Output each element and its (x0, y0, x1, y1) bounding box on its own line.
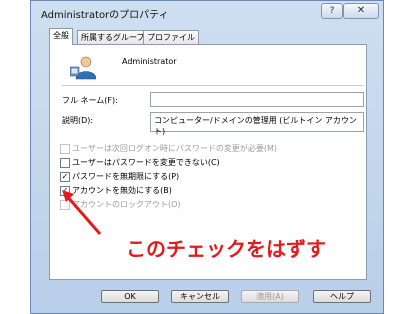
checkbox-label: ユーザーは次回ログオン時にパスワードの変更が必要(M) (72, 144, 277, 153)
checkbox-label: アカウントを無効にする(B) (72, 186, 172, 195)
checkbox-box[interactable] (60, 157, 70, 168)
general-panel: Administrator フル ネーム(F): 説明(D): コンピューター/… (49, 44, 367, 280)
account-disabled-checkbox[interactable]: ✓ アカウントを無効にする(B) (60, 185, 172, 196)
tab-general[interactable]: 全般 (49, 28, 73, 45)
checkbox-label: アカウントのロックアウト(O) (72, 200, 181, 209)
cannot-change-password-checkbox[interactable]: ユーザーはパスワードを変更できない(C) (60, 157, 220, 168)
window-title: Administratorのプロパティ (41, 10, 169, 21)
description-label: 説明(D): (62, 116, 94, 125)
full-name-label: フル ネーム(F): (62, 96, 118, 105)
checkbox-box[interactable]: ✓ (60, 171, 70, 182)
user-icon (70, 56, 96, 80)
full-name-input[interactable] (150, 92, 364, 107)
user-name: Administrator (122, 57, 177, 66)
divider (62, 85, 364, 86)
close-button[interactable]: ✕ (343, 3, 379, 19)
title-bar[interactable]: Administratorのプロパティ ? ✕ (31, 1, 383, 23)
annotation-text: このチェックをはずす (126, 237, 326, 261)
properties-dialog: Administratorのプロパティ ? ✕ 全般 所属するグループ プロファ… (30, 0, 384, 314)
ok-button[interactable]: OK (101, 290, 159, 303)
tab-member-of[interactable]: 所属するグループ (77, 30, 149, 44)
checkbox-box[interactable] (60, 143, 70, 154)
account-lockout-checkbox[interactable]: アカウントのロックアウト(O) (60, 199, 181, 210)
password-never-expires-checkbox[interactable]: ✓ パスワードを無期限にする(P) (60, 171, 179, 182)
cancel-button[interactable]: キャンセル (171, 290, 229, 303)
close-icon: ✕ (356, 5, 366, 16)
checkbox-label: パスワードを無期限にする(P) (72, 172, 180, 181)
checkbox-box[interactable] (60, 199, 70, 210)
checkbox-label: ユーザーはパスワードを変更できない(C) (72, 158, 220, 167)
help-title-button[interactable]: ? (321, 3, 343, 19)
tab-profile[interactable]: プロファイル (143, 30, 199, 44)
checkbox-box[interactable]: ✓ (60, 185, 70, 196)
apply-button[interactable]: 適用(A) (241, 290, 299, 303)
must-change-password-checkbox[interactable]: ユーザーは次回ログオン時にパスワードの変更が必要(M) (60, 143, 277, 154)
help-button[interactable]: ヘルプ (313, 290, 371, 303)
description-input[interactable]: コンピューター/ドメインの管理用 (ビルトイン アカウント) (150, 112, 364, 136)
